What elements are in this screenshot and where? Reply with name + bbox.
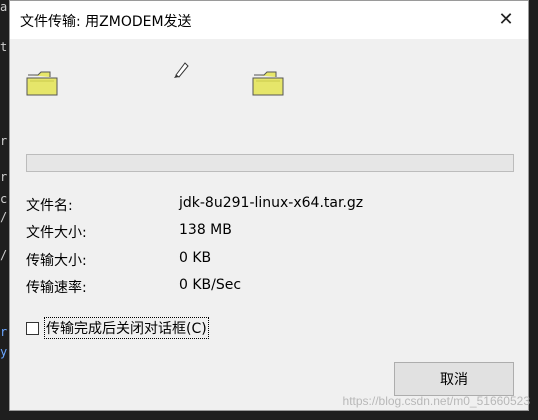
file-size-label: 文件大小: xyxy=(26,225,87,241)
cancel-button[interactable]: 取消 xyxy=(394,362,514,396)
dialog-title: 文件传输: 用ZMODEM发送 xyxy=(20,14,192,30)
terminal-fragment: a xyxy=(0,0,8,14)
transferred-size-value: 0 KB xyxy=(179,250,212,266)
terminal-fragment: / xyxy=(0,248,8,262)
file-name-label: 文件名: xyxy=(26,198,73,214)
transferred-size-label: 传输大小: xyxy=(26,253,87,269)
terminal-fragment: / xyxy=(0,210,8,224)
watermark-text: https://blog.csdn.net/m0_51660523 xyxy=(342,394,530,408)
transfer-rate-value: 0 KB/Sec xyxy=(179,277,242,293)
transfer-pen-icon xyxy=(174,62,189,78)
title-bar[interactable]: 文件传输: 用ZMODEM发送 ✕ xyxy=(10,1,528,39)
source-folder-icon xyxy=(26,71,58,96)
close-on-complete-checkbox[interactable] xyxy=(26,321,39,335)
close-on-complete-option[interactable]: 传输完成后关闭对话框(C) xyxy=(26,317,209,339)
transfer-rate-label: 传输速率: xyxy=(26,280,87,296)
terminal-fragment: t xyxy=(0,40,8,54)
close-on-complete-label[interactable]: 传输完成后关闭对话框(C) xyxy=(44,317,209,339)
file-transfer-dialog: 文件传输: 用ZMODEM发送 ✕ 文件名: jdk-8u291-linux-x… xyxy=(9,0,529,411)
terminal-fragment: c xyxy=(0,192,8,206)
terminal-fragment: y xyxy=(0,345,8,359)
transfer-progress-bar xyxy=(26,154,514,172)
file-size-value: 138 MB xyxy=(179,222,232,238)
close-icon[interactable]: ✕ xyxy=(494,8,518,32)
file-name-value: jdk-8u291-linux-x64.tar.gz xyxy=(179,195,364,211)
terminal-fragment: r xyxy=(0,325,8,339)
destination-folder-icon xyxy=(252,71,284,96)
